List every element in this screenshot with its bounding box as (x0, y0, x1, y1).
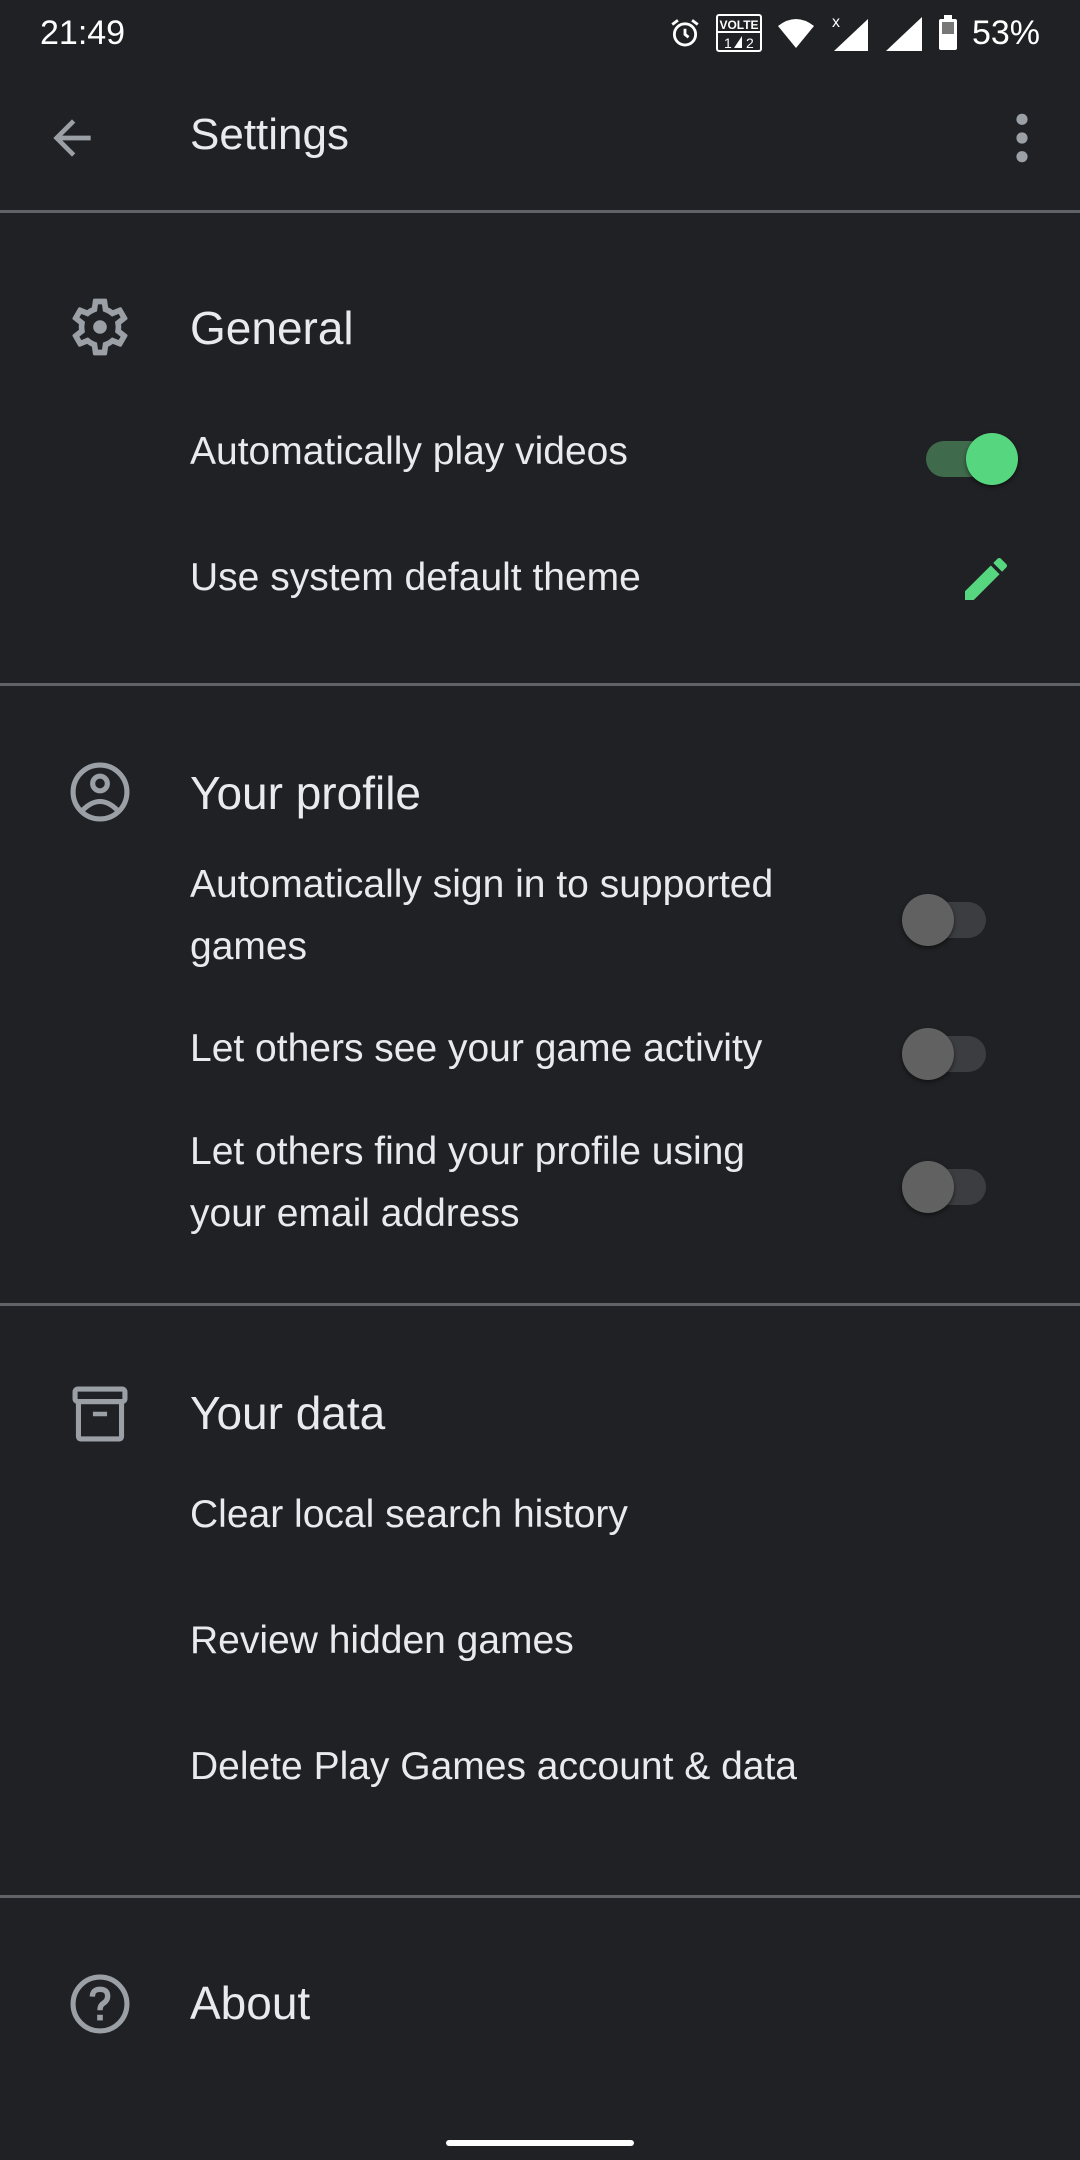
account-circle-icon (66, 758, 134, 826)
svg-text:x: x (832, 14, 840, 31)
section-title-about: About (190, 1977, 311, 2029)
status-bar: 21:49 VOLTE 1 2 x 53% (0, 0, 1080, 66)
wifi-icon (776, 16, 816, 50)
signal-icon (884, 13, 924, 53)
help-circle-icon (66, 1970, 134, 2038)
archive-box-icon (66, 1380, 134, 1448)
section-data: Your data Clear local search history Rev… (0, 1306, 1080, 1895)
toggle-thumb (902, 1028, 954, 1080)
game-activity-toggle[interactable] (902, 1018, 998, 1080)
setting-label: Automatically sign in to supported games (190, 863, 774, 968)
more-vert-icon (1016, 113, 1028, 163)
toggle-thumb (902, 894, 954, 946)
section-title-general: General (190, 302, 354, 354)
signal-no-data-icon: x (830, 13, 870, 53)
edit-theme-button[interactable] (958, 551, 1014, 607)
gear-icon (66, 293, 134, 361)
home-indicator[interactable] (446, 2140, 634, 2146)
setting-row-autoplay-videos[interactable]: Automatically play videos (0, 413, 1080, 493)
auto-sign-in-toggle[interactable] (902, 884, 998, 946)
status-icons: VOLTE 1 2 x 53% (668, 13, 1040, 53)
find-by-email-toggle[interactable] (902, 1151, 998, 1213)
alarm-icon (668, 16, 702, 50)
setting-row-game-activity[interactable]: Let others see your game activity (0, 1018, 1080, 1088)
setting-label: Delete Play Games account & data (190, 1745, 797, 1788)
more-options-button[interactable] (1002, 110, 1042, 166)
autoplay-videos-toggle[interactable] (922, 423, 1018, 485)
toggle-thumb (966, 433, 1018, 485)
setting-label: Review hidden games (190, 1619, 574, 1662)
setting-label: Let others see your game activity (190, 1027, 763, 1070)
clear-search-history-item[interactable]: Clear local search history (0, 1476, 1080, 1556)
section-title-data: Your data (190, 1387, 386, 1439)
section-general: General Automatically play videos Use sy… (0, 213, 1080, 683)
battery-percent: 53% (971, 13, 1040, 52)
arrow-left-icon (53, 119, 91, 157)
review-hidden-games-item[interactable]: Review hidden games (0, 1602, 1080, 1682)
app-bar: Settings (0, 66, 1080, 213)
setting-label: Automatically play videos (190, 430, 628, 473)
setting-row-system-theme[interactable]: Use system default theme (0, 539, 1080, 619)
page-title: Settings (190, 110, 349, 159)
setting-row-auto-sign-in[interactable]: Automatically sign in to supported games (0, 854, 1080, 984)
setting-label: Let others find your profile using your … (190, 1130, 745, 1235)
status-time: 21:49 (40, 13, 126, 52)
delete-account-item[interactable]: Delete Play Games account & data (0, 1728, 1080, 1808)
section-profile: Your profile Automatically sign in to su… (0, 686, 1080, 1303)
setting-label: Use system default theme (190, 556, 641, 599)
section-about[interactable]: About (0, 1898, 1080, 2078)
setting-label: Clear local search history (190, 1493, 628, 1536)
back-button[interactable] (44, 110, 100, 166)
pencil-icon (965, 557, 1008, 600)
battery-icon (938, 15, 958, 51)
section-title-profile: Your profile (190, 767, 422, 819)
toggle-thumb (902, 1161, 954, 1213)
volte-icon: VOLTE 1 2 (715, 14, 762, 52)
setting-row-find-by-email[interactable]: Let others find your profile using your … (0, 1121, 1080, 1251)
svg-text:1: 1 (724, 35, 732, 51)
svg-text:VOLTE: VOLTE (719, 18, 758, 32)
svg-text:2: 2 (746, 35, 754, 51)
